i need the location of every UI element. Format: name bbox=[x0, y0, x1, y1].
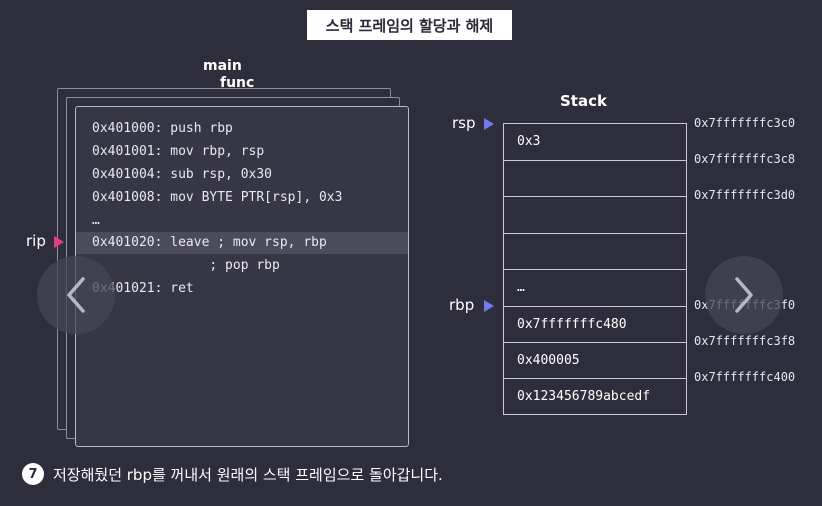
caption-text: 저장해뒀던 rbp를 꺼내서 원래의 스택 프레임으로 돌아갑니다. bbox=[53, 465, 443, 484]
rsp-arrow-icon bbox=[484, 118, 494, 130]
stack-address: 0x7fffffffc400 bbox=[694, 370, 796, 384]
stack-address: 0x7fffffffc3f8 bbox=[694, 334, 796, 348]
stack-cell: 0x400005 bbox=[504, 342, 686, 378]
rbp-label: rbp bbox=[449, 296, 475, 314]
code-panel: 0x401000: push rbp 0x401001: mov rbp, rs… bbox=[75, 106, 409, 447]
chevron-left-icon bbox=[67, 277, 85, 313]
stack-cell: 0x123456789abcedf bbox=[504, 378, 686, 414]
stack-title: Stack bbox=[560, 92, 607, 110]
stack-cell bbox=[504, 160, 686, 196]
slide-title: 스택 프레임의 할당과 해제 bbox=[307, 10, 512, 40]
prev-slide-button[interactable] bbox=[37, 256, 115, 334]
code-line: … bbox=[92, 213, 100, 228]
code-line: 0x401004: sub rsp, 0x30 bbox=[92, 167, 273, 182]
rip-arrow-icon bbox=[54, 236, 64, 248]
code-line: ; pop rbp bbox=[92, 258, 280, 273]
stack-address: 0x7fffffffc3c8 bbox=[694, 152, 796, 166]
stack-cell bbox=[504, 196, 686, 232]
stack-cell bbox=[504, 233, 686, 269]
caption: 7 저장해뒀던 rbp를 꺼내서 원래의 스택 프레임으로 돌아갑니다. bbox=[22, 463, 443, 485]
code-line-active: 0x401020: leave ; mov rsp, rbp bbox=[76, 232, 408, 254]
stack-address: 0x7fffffffc3c0 bbox=[694, 116, 796, 130]
chevron-right-icon bbox=[735, 277, 753, 313]
code-line: 0x401000: push rbp bbox=[92, 121, 233, 136]
stack-cell: … bbox=[504, 269, 686, 305]
stack-diagram: 0x3 … 0x7fffffffc480 0x400005 0x12345678… bbox=[503, 123, 687, 415]
code-line: 0x401008: mov BYTE PTR[rsp], 0x3 bbox=[92, 190, 343, 205]
stack-cell: 0x7fffffffc480 bbox=[504, 306, 686, 342]
code-line: 0x401021: ret bbox=[92, 281, 194, 296]
next-slide-button[interactable] bbox=[705, 256, 783, 334]
stack-address: 0x7fffffffc3d0 bbox=[694, 188, 796, 202]
code-line: 0x401001: mov rbp, rsp bbox=[92, 144, 265, 159]
main-frame-label: main bbox=[203, 58, 242, 74]
step-number-badge: 7 bbox=[22, 463, 44, 485]
stack-cell: 0x3 bbox=[504, 124, 686, 160]
rbp-arrow-icon bbox=[484, 300, 494, 312]
rsp-label: rsp bbox=[452, 114, 476, 132]
rip-label: rip bbox=[26, 232, 46, 250]
